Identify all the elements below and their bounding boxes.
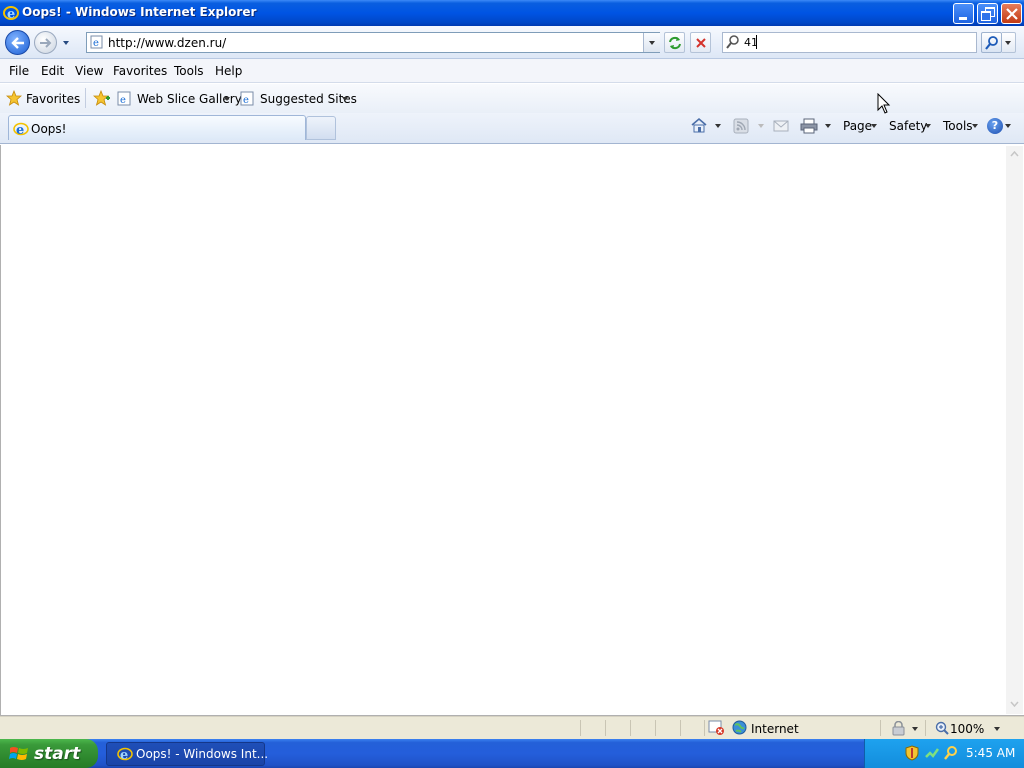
status-divider: [880, 720, 881, 736]
svg-text:e: e: [16, 123, 24, 137]
search-options-button[interactable]: [1002, 32, 1016, 53]
tools-menu[interactable]: Tools: [943, 119, 973, 133]
chevron-down-icon[interactable]: [912, 727, 918, 731]
status-divider: [630, 720, 631, 736]
suggested-sites-page-icon: e: [240, 91, 254, 106]
status-divider: [680, 720, 681, 736]
favorites-divider: [85, 88, 86, 108]
security-zone: Internet: [751, 722, 799, 736]
status-divider: [704, 720, 705, 736]
svg-text:e: e: [120, 95, 126, 106]
favorites-button[interactable]: Favorites: [4, 88, 81, 109]
vertical-scrollbar[interactable]: [1006, 146, 1023, 714]
scroll-down-icon[interactable]: [1010, 701, 1019, 707]
ie-logo-icon: e: [3, 6, 19, 21]
search-box[interactable]: [722, 32, 977, 53]
search-provider-icon: [726, 35, 739, 49]
page-icon: e: [90, 35, 103, 49]
forward-button[interactable]: [34, 31, 57, 54]
zoom-level[interactable]: 100%: [950, 722, 984, 736]
read-mail-icon[interactable]: [773, 119, 789, 133]
address-input[interactable]: http://www.dzen.ru/: [108, 36, 226, 50]
chevron-down-icon[interactable]: [871, 124, 877, 128]
chevron-down-icon: [649, 41, 655, 45]
menu-view[interactable]: View: [75, 64, 103, 78]
chevron-down-icon[interactable]: [972, 124, 978, 128]
forward-arrow-icon: [40, 38, 52, 48]
svg-text:e: e: [93, 38, 99, 49]
home-icon[interactable]: [690, 117, 708, 134]
mouse-cursor-icon: [877, 93, 891, 114]
ie-logo-icon: e: [13, 122, 29, 137]
protected-mode-icon[interactable]: [891, 721, 907, 736]
favorites-label: Favorites: [26, 92, 81, 106]
refresh-button[interactable]: [664, 32, 685, 53]
start-label[interactable]: start: [34, 744, 80, 764]
status-divider: [605, 720, 606, 736]
blocked-content-icon[interactable]: [708, 720, 726, 736]
menu-file[interactable]: File: [9, 64, 29, 78]
back-button[interactable]: [5, 30, 30, 55]
internet-globe-icon: [732, 720, 747, 735]
web-slice-page-icon: e: [117, 91, 131, 106]
search-button[interactable]: [981, 32, 1002, 53]
safety-menu[interactable]: Safety: [889, 119, 927, 133]
tab-oops[interactable]: e Oops!: [8, 115, 306, 140]
chevron-down-icon[interactable]: [224, 97, 230, 101]
minimize-button[interactable]: [953, 3, 974, 24]
feeds-icon[interactable]: [733, 118, 749, 134]
add-to-favorites-icon[interactable]: [93, 90, 111, 107]
text-cursor: [756, 35, 757, 49]
chevron-down-icon: [1005, 41, 1011, 45]
stop-button[interactable]: [690, 32, 711, 53]
network-icon[interactable]: [924, 745, 940, 761]
tab-label: Oops!: [31, 122, 67, 136]
scroll-up-icon[interactable]: [1010, 151, 1019, 157]
status-divider: [655, 720, 656, 736]
status-divider: [580, 720, 581, 736]
refresh-icon: [669, 36, 681, 50]
chevron-down-icon[interactable]: [715, 124, 721, 128]
menu-help[interactable]: Help: [215, 64, 242, 78]
menu-favorites[interactable]: Favorites: [113, 64, 167, 78]
windows-logo-icon: [9, 747, 28, 760]
svg-text:e: e: [243, 95, 249, 106]
minimize-icon: [959, 17, 967, 20]
ie-logo-icon: e: [117, 747, 133, 762]
help-icon[interactable]: ?: [987, 118, 1003, 134]
svg-text:e: e: [120, 748, 128, 762]
menu-edit[interactable]: Edit: [41, 64, 64, 78]
print-icon[interactable]: [800, 118, 818, 134]
svg-text:e: e: [7, 7, 15, 21]
security-shield-icon[interactable]: [905, 745, 919, 761]
recent-pages-dropdown[interactable]: [63, 41, 69, 45]
page-menu[interactable]: Page: [843, 119, 872, 133]
search-tray-icon[interactable]: [943, 745, 959, 761]
menu-tools[interactable]: Tools: [174, 64, 204, 78]
status-bar: [0, 716, 1024, 739]
page-content[interactable]: [0, 145, 1024, 716]
close-button[interactable]: [1001, 3, 1022, 24]
status-divider: [925, 720, 926, 736]
back-arrow-icon: [11, 37, 24, 49]
clock: 5:45 AM: [966, 746, 1016, 760]
star-icon: [6, 90, 22, 106]
window-title: Oops! - Windows Internet Explorer: [22, 5, 257, 19]
chevron-down-icon[interactable]: [925, 124, 931, 128]
zoom-icon[interactable]: [935, 721, 949, 735]
chevron-down-icon[interactable]: [1005, 124, 1011, 128]
restore-button[interactable]: [977, 3, 998, 24]
chevron-down-icon[interactable]: [825, 124, 831, 128]
stop-icon: [696, 38, 706, 48]
taskbar-window-label[interactable]: Oops! - Windows Int...: [136, 747, 268, 761]
close-icon: [1006, 8, 1018, 20]
chevron-down-icon[interactable]: [758, 124, 764, 128]
chevron-down-icon[interactable]: [994, 727, 1000, 731]
new-tab-button[interactable]: [306, 116, 336, 140]
address-dropdown-button[interactable]: [643, 33, 660, 52]
search-icon: [985, 36, 998, 50]
chevron-down-icon[interactable]: [342, 97, 348, 101]
